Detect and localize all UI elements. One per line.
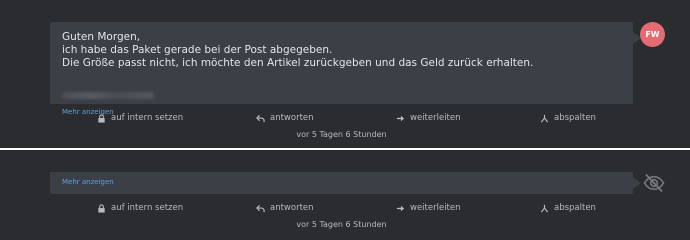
split-label: abspalten	[554, 203, 596, 213]
set-internal-label: auf intern setzen	[111, 113, 184, 123]
message-body: Guten Morgen, ich habe das Paket gerade …	[62, 31, 533, 70]
split-button[interactable]: abspalten	[540, 200, 596, 216]
set-internal-label: auf intern setzen	[111, 203, 184, 213]
eye-slash-icon[interactable]	[642, 171, 666, 195]
article-timestamp: vor 5 Tagen 6 Stunden	[296, 220, 387, 229]
split-button[interactable]: abspalten	[540, 110, 596, 126]
reply-label: antworten	[270, 203, 314, 213]
set-internal-button[interactable]: auf intern setzen	[97, 110, 183, 126]
article-actions: auf intern setzen antworten weiterleiten…	[50, 200, 633, 216]
forward-label: weiterleiten	[410, 203, 461, 213]
reply-icon	[256, 204, 265, 212]
split-icon	[540, 114, 549, 122]
message-line: ich habe das Paket gerade bei der Post a…	[62, 44, 333, 56]
forward-button[interactable]: weiterleiten	[396, 200, 461, 216]
blurred-signature	[62, 92, 154, 99]
forward-arrow-icon	[396, 205, 405, 211]
lock-icon	[98, 113, 105, 123]
article-actions: auf intern setzen antworten weiterleiten…	[50, 110, 633, 126]
reply-label: antworten	[270, 113, 314, 123]
message-bubble-collapsed: Mehr anzeigen	[50, 172, 641, 194]
forward-label: weiterleiten	[410, 113, 461, 123]
reply-button[interactable]: antworten	[256, 110, 314, 126]
message-line: Guten Morgen,	[62, 31, 141, 43]
article-panel-1: Guten Morgen, ich habe das Paket gerade …	[0, 0, 690, 148]
reply-button[interactable]: antworten	[256, 200, 314, 216]
split-icon	[540, 204, 549, 212]
article-timestamp: vor 5 Tagen 6 Stunden	[296, 130, 387, 139]
message-bubble: Guten Morgen, ich habe das Paket gerade …	[50, 22, 641, 116]
reply-icon	[256, 114, 265, 122]
avatar-initials: FW	[645, 30, 660, 39]
message-line: Die Größe passt nicht, ich möchte den Ar…	[62, 57, 534, 69]
set-internal-button[interactable]: auf intern setzen	[97, 200, 183, 216]
show-more-link[interactable]: Mehr anzeigen	[62, 178, 114, 186]
lock-icon	[98, 203, 105, 213]
forward-button[interactable]: weiterleiten	[396, 110, 461, 126]
avatar[interactable]: FW	[640, 22, 665, 47]
split-label: abspalten	[554, 113, 596, 123]
forward-arrow-icon	[396, 115, 405, 121]
